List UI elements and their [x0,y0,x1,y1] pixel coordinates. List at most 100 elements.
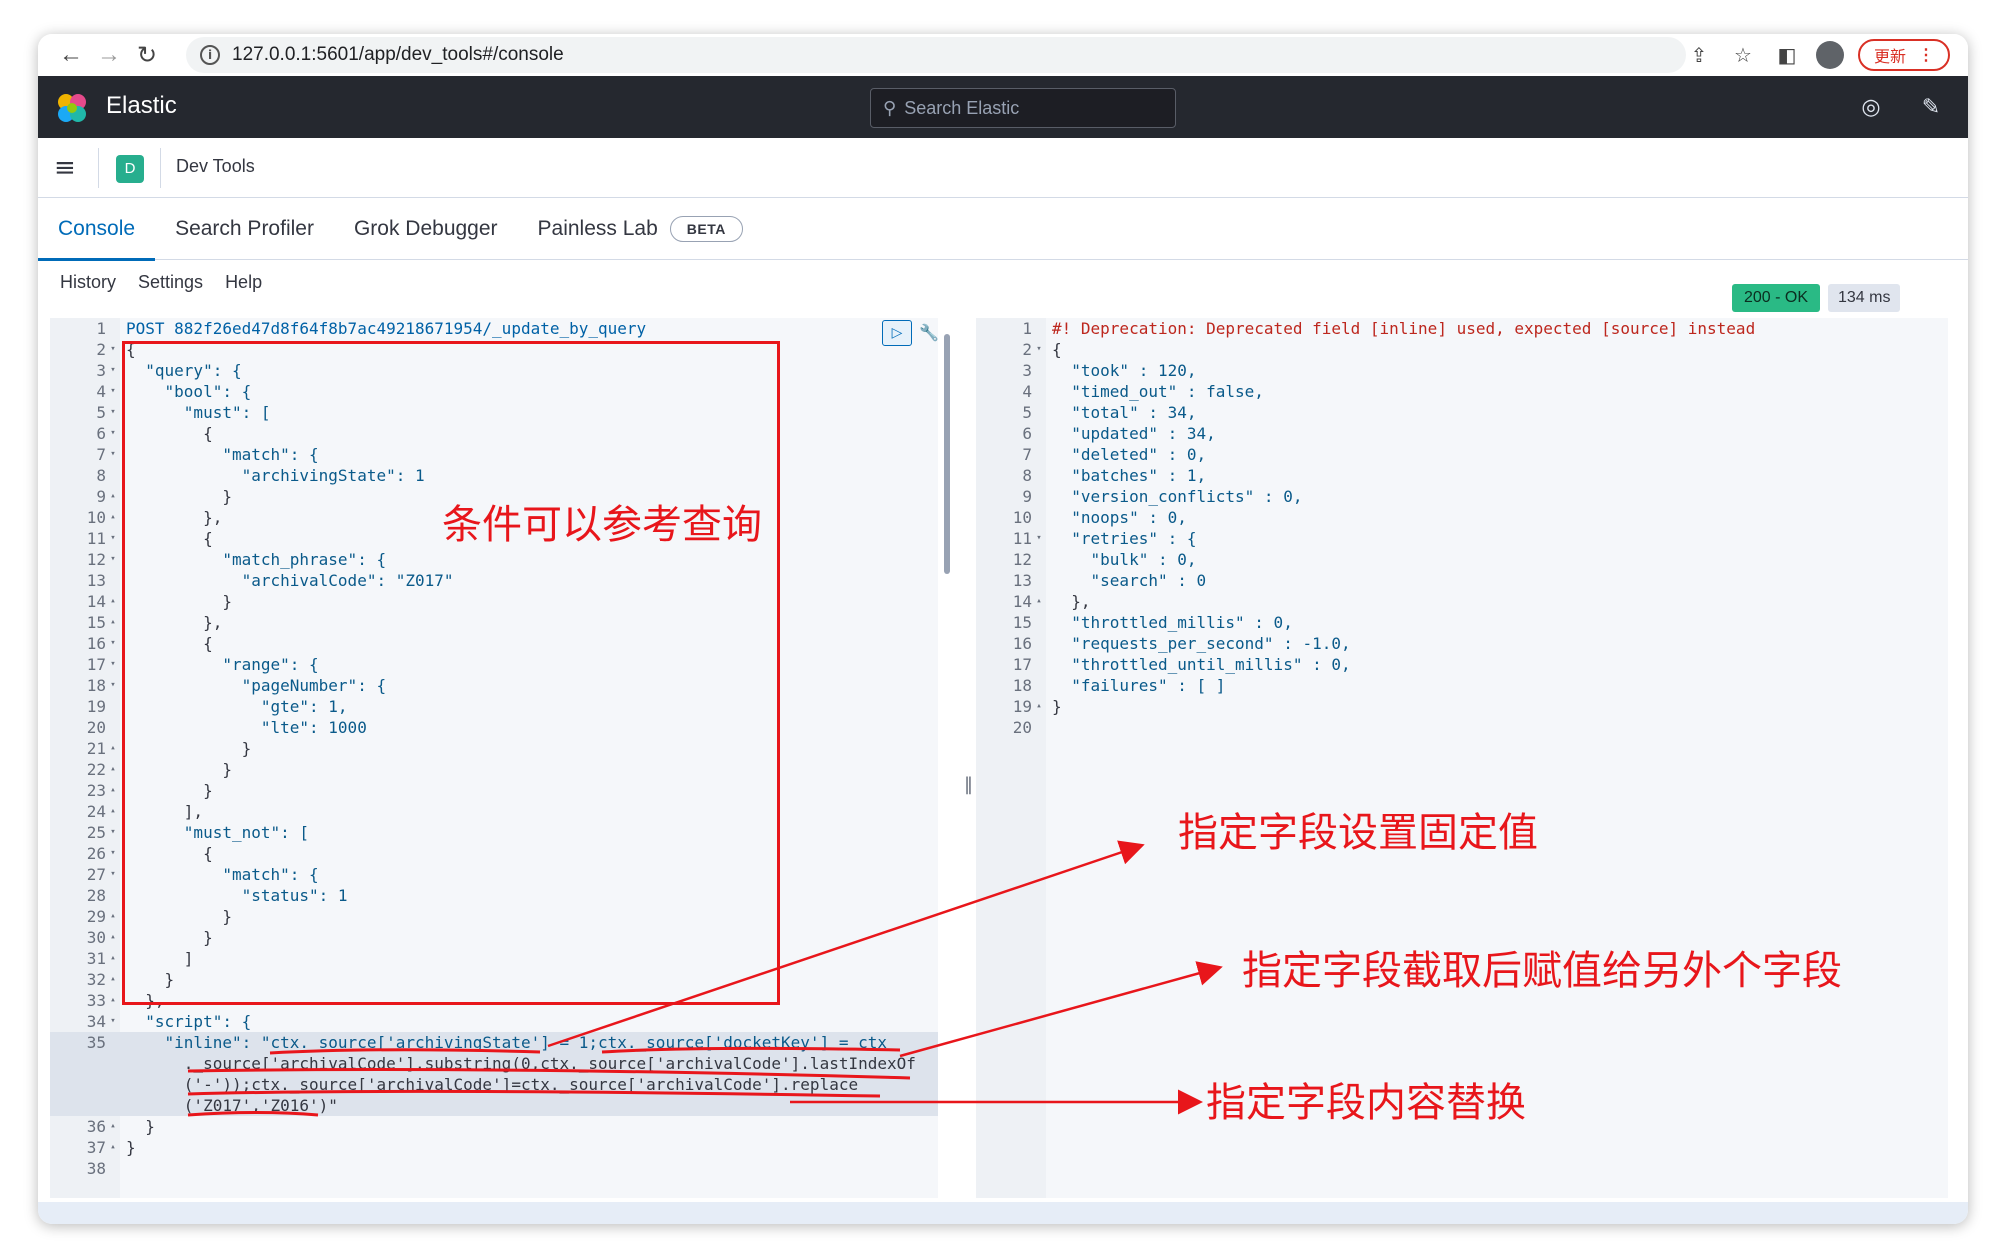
fold-toggle-icon[interactable]: ▴ [106,1137,120,1158]
side-panel-icon[interactable]: ◧ [1772,40,1802,70]
code-line[interactable]: 19 ▴} [976,696,1948,717]
newsfeed-icon[interactable]: ✎ [1916,92,1946,122]
fold-toggle-icon[interactable]: ▴ [106,969,120,990]
line-number: 36 [86,1117,106,1136]
code-line[interactable]: 9 "version_conflicts" : 0, [976,486,1948,507]
fold-toggle-icon[interactable]: ▾ [106,675,120,696]
code-line[interactable]: ('-'));ctx._source['archivalCode']=ctx._… [50,1074,938,1095]
fold-toggle-icon[interactable]: ▴ [106,1116,120,1137]
fold-toggle-icon[interactable]: ▾ [106,381,120,402]
code-line[interactable]: 7 "deleted" : 0, [976,444,1948,465]
fold-toggle-icon[interactable]: ▾ [106,528,120,549]
fold-toggle-icon[interactable]: ▾ [106,633,120,654]
code-line[interactable]: 18 "failures" : [ ] [976,675,1948,696]
code-line[interactable]: 17 "throttled_until_millis" : 0, [976,654,1948,675]
line-number: 16 [86,634,106,653]
code-line[interactable]: 1 #! Deprecation: Deprecated field [inlin… [976,318,1948,339]
fold-toggle-icon[interactable]: ▴ [106,612,120,633]
code-line[interactable]: 35 "inline": "ctx._source['archivingStat… [50,1032,938,1053]
code-line[interactable]: 3 "took" : 120, [976,360,1948,381]
star-icon[interactable]: ☆ [1728,40,1758,70]
fold-toggle-icon[interactable]: ▾ [106,843,120,864]
request-scrollbar[interactable] [944,334,950,574]
fold-toggle-icon[interactable]: ▴ [106,486,120,507]
fold-toggle-icon[interactable]: ▾ [106,549,120,570]
global-search-input[interactable] [904,97,1155,119]
fold-toggle-icon[interactable]: ▴ [106,927,120,948]
tab-grok-debugger[interactable]: Grok Debugger [334,198,518,260]
code-line[interactable]: 34 ▾ "script": { [50,1011,938,1032]
response-code[interactable]: 1 #! Deprecation: Deprecated field [inlin… [976,318,1948,738]
fold-toggle-icon[interactable]: ▾ [106,402,120,423]
hamburger-icon[interactable]: ≡ [54,154,82,182]
code-line[interactable]: 4 "timed_out" : false, [976,381,1948,402]
space-avatar[interactable]: D [116,155,144,183]
fold-toggle-icon[interactable]: ▾ [106,339,120,360]
resize-handle-icon[interactable]: ‖ [964,774,973,795]
wrench-icon[interactable]: 🔧 [916,320,942,346]
fold-toggle-icon[interactable]: ▾ [106,360,120,381]
code-line[interactable]: ._source['archivalCode'].substring(0,ctx… [50,1053,938,1074]
fold-toggle-icon[interactable]: ▾ [1032,528,1046,549]
tab-painless-lab[interactable]: Painless Lab BETA [518,198,763,260]
code-line[interactable]: 8 "batches" : 1, [976,465,1948,486]
reload-button[interactable]: ↻ [128,36,166,74]
fold-toggle-icon[interactable]: ▴ [106,759,120,780]
info-icon[interactable]: i [200,45,220,65]
update-button[interactable]: 更新 ⋮ [1857,39,1950,71]
code-line[interactable]: 11 ▾ "retries" : { [976,528,1948,549]
code-line[interactable]: 38 [50,1158,938,1179]
history-link[interactable]: History [60,272,116,293]
fold-toggle-icon[interactable]: ▴ [106,507,120,528]
code-line[interactable]: 37 ▴} [50,1137,938,1158]
code-line[interactable]: 14 ▴ }, [976,591,1948,612]
address-bar[interactable]: i 127.0.0.1:5601/app/dev_tools#/console [186,37,1686,73]
tab-console[interactable]: Console [38,198,156,261]
code-line[interactable]: ('Z017','Z016')" [50,1095,938,1116]
code-line[interactable]: 6 "updated" : 34, [976,423,1948,444]
profile-icon[interactable] [1815,41,1844,69]
fold-toggle-icon[interactable]: ▴ [106,990,120,1011]
fold-toggle-icon[interactable]: ▾ [106,444,120,465]
fold-toggle-icon[interactable]: ▴ [106,591,120,612]
fold-toggle-icon[interactable]: ▾ [106,654,120,675]
code-line[interactable]: 13 "search" : 0 [976,570,1948,591]
line-number: 10 [86,508,106,527]
code-line[interactable]: 10 "noops" : 0, [976,507,1948,528]
code-line[interactable]: 12 "bulk" : 0, [976,549,1948,570]
code-line[interactable]: 20 [976,717,1948,738]
play-icon[interactable]: ▷ [882,320,912,346]
code-line[interactable]: 36 ▴ } [50,1116,938,1137]
response-editor[interactable]: 1 #! Deprecation: Deprecated field [inlin… [976,318,1948,1198]
elastic-logo-icon[interactable] [54,90,90,126]
tab-search-profiler[interactable]: Search Profiler [155,198,334,260]
fold-toggle-icon[interactable]: ▾ [106,423,120,444]
fold-toggle-icon[interactable]: ▴ [106,948,120,969]
fold-toggle-icon[interactable]: ▾ [1032,339,1046,360]
share-icon[interactable]: ⇪ [1684,40,1714,70]
code-line[interactable]: 15 "throttled_millis" : 0, [976,612,1948,633]
address-url[interactable]: 127.0.0.1:5601/app/dev_tools#/console [232,44,564,66]
fold-toggle-icon[interactable]: ▾ [106,1011,120,1032]
fold-toggle-icon[interactable]: ▴ [106,801,120,822]
help-link[interactable]: Help [225,272,262,293]
code-line[interactable]: 16 "requests_per_second" : -1.0, [976,633,1948,654]
fold-toggle-icon[interactable]: ▴ [106,780,120,801]
settings-link[interactable]: Settings [138,272,203,293]
fold-toggle-icon[interactable]: ▾ [106,864,120,885]
forward-button[interactable]: → [90,36,128,74]
code-line[interactable]: 1 POST 882f26ed47d8f64f8b7ac49218671954/_… [50,318,938,339]
code-line[interactable]: 2 ▾ { [976,339,1948,360]
fold-toggle-icon[interactable]: ▾ [106,822,120,843]
elastic-brand[interactable]: Elastic [106,92,177,120]
fold-toggle-icon[interactable]: ▴ [106,906,120,927]
back-button[interactable]: ← [52,36,90,74]
fold-toggle-icon[interactable]: ▴ [106,738,120,759]
fold-toggle-icon[interactable]: ▴ [1032,696,1046,717]
help-icon[interactable]: ◎ [1856,92,1886,122]
global-search[interactable]: ⚲ [870,88,1176,128]
code-line[interactable]: 5 "total" : 34, [976,402,1948,423]
fold-toggle-icon[interactable]: ▴ [1032,591,1046,612]
